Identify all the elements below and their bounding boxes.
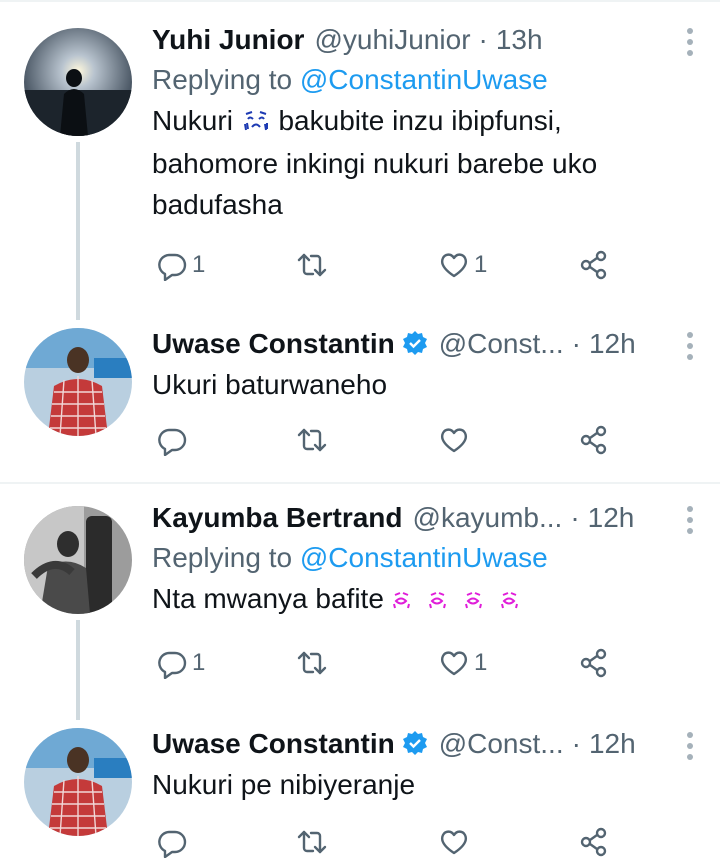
replying-label: Replying to [152, 64, 293, 95]
reply-button[interactable] [156, 420, 188, 460]
share-icon [580, 425, 607, 455]
timestamp[interactable]: 12h [589, 728, 636, 760]
retweet-button[interactable] [296, 643, 328, 683]
separator-dot: · [478, 24, 488, 55]
like-count: 1 [474, 649, 488, 676]
tweet-text-line: bakubite inzu ibipfunsi, [278, 105, 562, 136]
separator-dot: · [571, 728, 581, 759]
like-button[interactable] [438, 822, 470, 862]
retweet-button[interactable] [296, 420, 328, 460]
author-name[interactable]: Uwase Constantin [152, 328, 395, 360]
share-button[interactable] [578, 822, 610, 862]
retweet-icon [297, 830, 327, 854]
replying-to: Replying to @ConstantinUwase [152, 60, 672, 100]
thread-line [76, 620, 80, 720]
top-divider [0, 0, 720, 2]
more-options-icon[interactable] [686, 332, 694, 365]
heart-icon [440, 651, 468, 676]
more-options-icon[interactable] [686, 28, 694, 61]
tweet-text-line: bahomore inkingi nukuri barebe uko [152, 148, 598, 180]
like-count: 1 [474, 251, 488, 278]
tweet-text: Ukuri baturwaneho [152, 369, 388, 400]
avatar[interactable] [24, 506, 132, 614]
thread-line [76, 142, 80, 320]
author-name[interactable]: Uwase Constantin [152, 728, 395, 760]
reply-count: 1 [192, 251, 206, 278]
tweet-text-line: Nta mwanya bafite [152, 583, 384, 614]
reply-button[interactable]: 1 [156, 245, 205, 285]
more-options-icon[interactable] [686, 732, 694, 765]
tweet-text: Nta mwanya bafite [152, 578, 672, 621]
conversation-divider [0, 482, 720, 484]
reply-button[interactable] [156, 822, 188, 862]
retweet-button[interactable] [296, 245, 328, 285]
avatar[interactable] [24, 728, 132, 836]
reply-icon [158, 253, 187, 281]
share-icon [580, 827, 607, 857]
author-handle[interactable]: @kayumb... [413, 502, 563, 534]
tweet-text-line: Nukuri [152, 105, 233, 136]
reply-button[interactable]: 1 [156, 643, 205, 683]
separator-dot: · [571, 328, 581, 359]
replying-to-link[interactable]: @ConstantinUwase [300, 64, 548, 95]
retweet-icon [297, 253, 327, 277]
crying-face-emoji [241, 102, 271, 143]
reply-icon [158, 428, 187, 456]
verified-badge-icon [402, 331, 427, 355]
tweet-text: Nukuri pe nibiyeranje [152, 769, 416, 800]
verified-badge-icon [402, 731, 427, 755]
share-icon [580, 250, 607, 280]
tweet-text-line: badufasha [152, 189, 283, 221]
share-button[interactable] [578, 643, 610, 683]
author-handle[interactable]: @Const... [439, 328, 564, 360]
replying-to-link[interactable]: @ConstantinUwase [300, 542, 548, 573]
heart-icon [440, 253, 468, 278]
like-button[interactable]: 1 [438, 643, 487, 683]
avatar[interactable] [24, 328, 132, 436]
more-options-icon[interactable] [686, 506, 694, 539]
share-button[interactable] [578, 245, 610, 285]
replying-to: Replying to @ConstantinUwase [152, 538, 672, 578]
timestamp[interactable]: 12h [589, 328, 636, 360]
heart-icon [440, 428, 468, 453]
heart-icon [440, 830, 468, 855]
retweet-icon [297, 651, 327, 675]
reply-icon [158, 830, 187, 858]
author-handle[interactable]: @Const... [439, 728, 564, 760]
like-button[interactable] [438, 420, 470, 460]
kissing-emoji-row [392, 580, 542, 621]
retweet-icon [297, 428, 327, 452]
tweet-text: Nukuri bakubite inzu ibipfunsi, bahomore… [152, 100, 672, 225]
author-name[interactable]: Kayumba Bertrand [152, 502, 403, 534]
like-button[interactable]: 1 [438, 245, 487, 285]
avatar[interactable] [24, 28, 132, 136]
retweet-button[interactable] [296, 822, 328, 862]
reply-icon [158, 651, 187, 679]
timestamp[interactable]: 13h [496, 24, 543, 56]
author-handle[interactable]: @yuhiJunior [314, 24, 470, 56]
replying-label: Replying to [152, 542, 293, 573]
share-icon [580, 648, 607, 678]
author-name[interactable]: Yuhi Junior [152, 24, 304, 56]
separator-dot: · [570, 502, 580, 533]
timestamp[interactable]: 12h [588, 502, 635, 534]
reply-count: 1 [192, 649, 206, 676]
share-button[interactable] [578, 420, 610, 460]
